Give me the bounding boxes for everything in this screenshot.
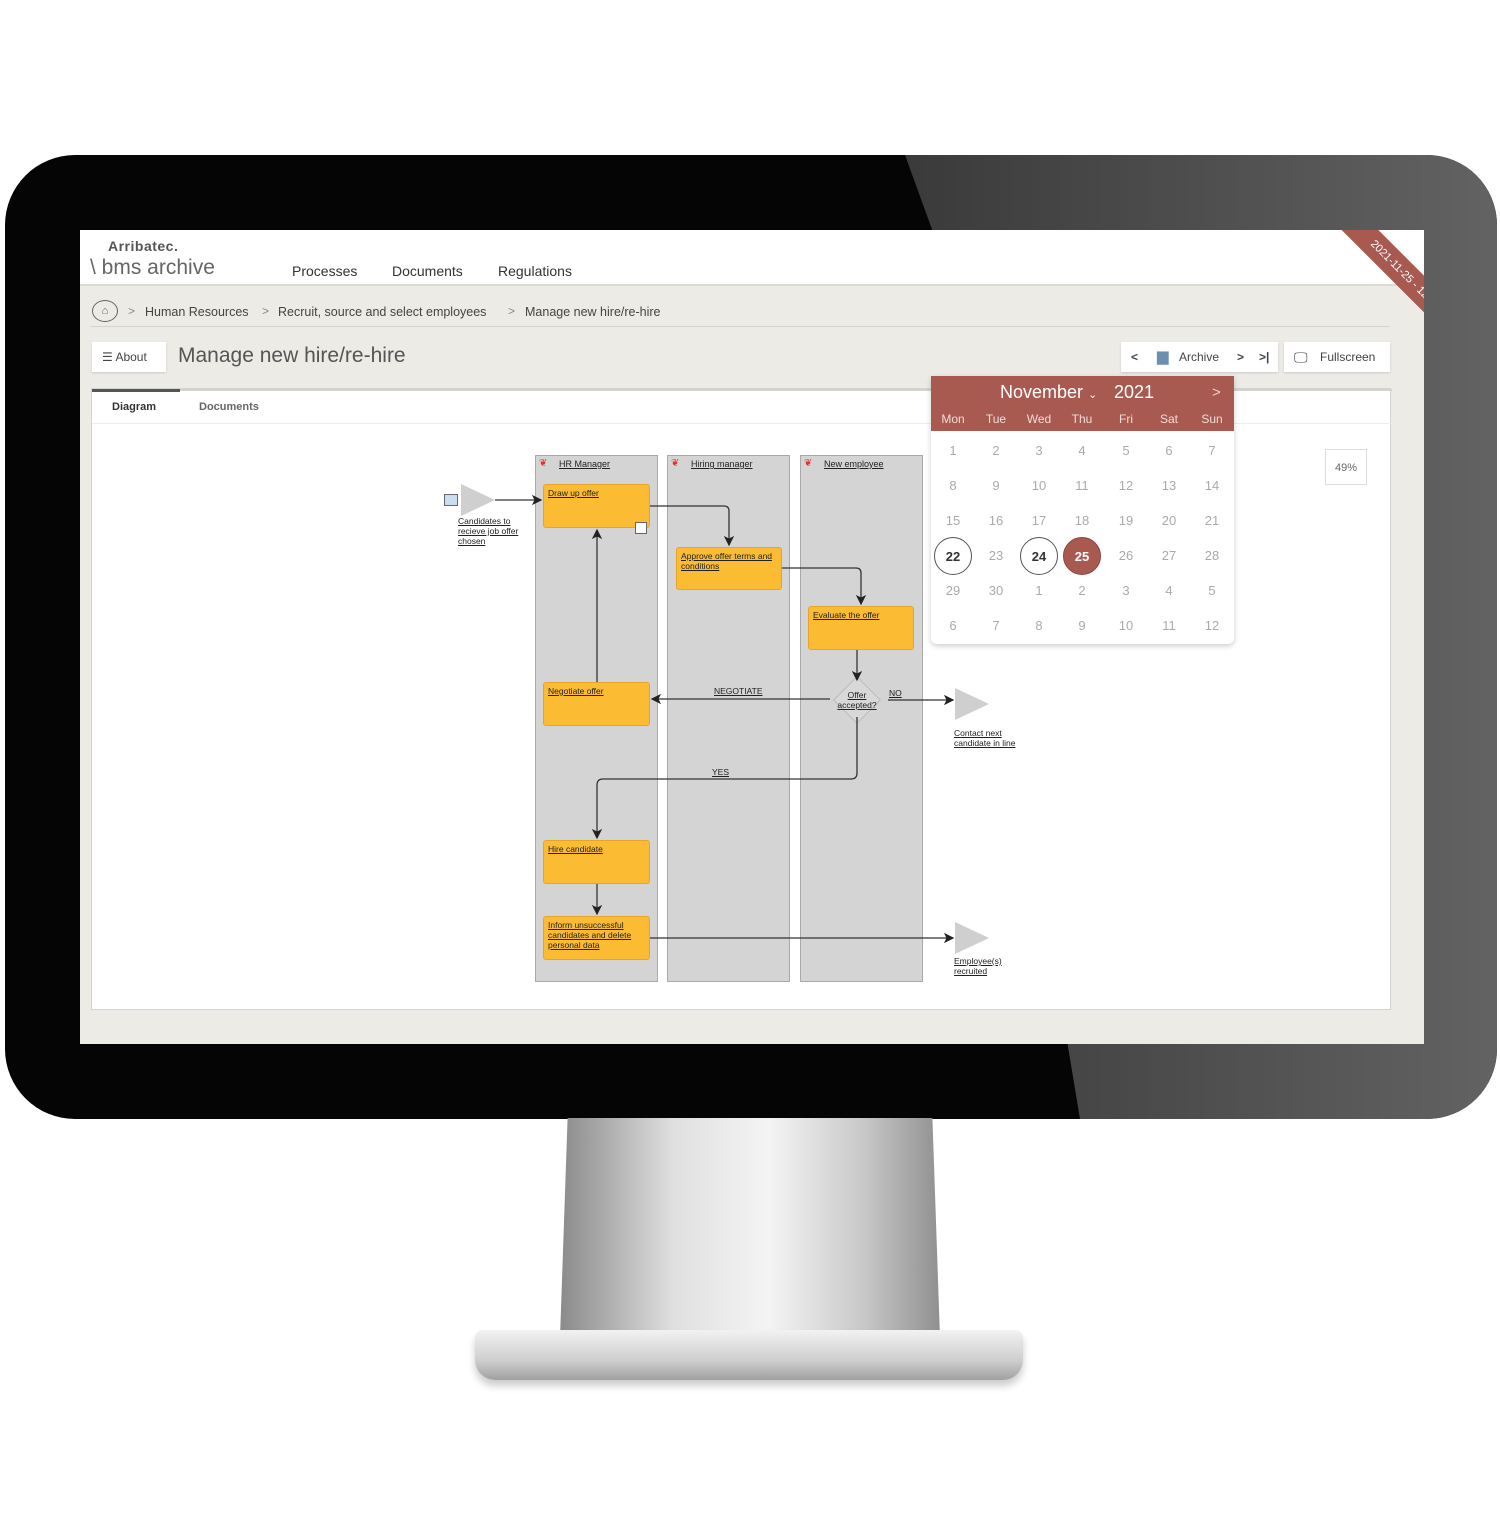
next-month-button[interactable]: >: [1212, 384, 1221, 401]
calendar-day[interactable]: 17: [1020, 502, 1058, 540]
calendar-day[interactable]: 12: [1107, 467, 1145, 505]
calendar-day[interactable]: 3: [1107, 572, 1145, 610]
calendar-day[interactable]: 11: [1150, 607, 1188, 645]
calendar-day[interactable]: 25: [1063, 537, 1101, 575]
year-label[interactable]: 2021: [1114, 382, 1154, 403]
calendar-day[interactable]: 9: [1063, 607, 1101, 645]
calendar-day[interactable]: 14: [1193, 467, 1231, 505]
calendar-day[interactable]: 30: [977, 572, 1015, 610]
calendar-day[interactable]: 1: [1020, 572, 1058, 610]
calendar-day[interactable]: 12: [1193, 607, 1231, 645]
weekday-label: Mon: [941, 412, 965, 426]
weekday-label: Tue: [985, 412, 1007, 426]
flow-label-yes: YES: [712, 767, 730, 777]
archive-date-picker: November ⌄ 2021 > Mon Tue Wed Thu Fri Sat Sun …: [931, 376, 1234, 644]
calendar-day[interactable]: 4: [1150, 572, 1188, 610]
calendar-day[interactable]: 4: [1063, 432, 1101, 470]
calendar-day[interactable]: 7: [977, 607, 1015, 645]
end-event-triangle[interactable]: [955, 922, 989, 954]
document-icon: [444, 494, 458, 506]
calendar-day[interactable]: 24: [1020, 537, 1058, 575]
calendar-day[interactable]: 5: [1193, 572, 1231, 610]
end-event-label[interactable]: Employee(s) recruited: [954, 956, 1014, 976]
calendar-day[interactable]: 15: [934, 502, 972, 540]
calendar-day[interactable]: 9: [977, 467, 1015, 505]
weekday-label: Wed: [1026, 412, 1052, 426]
calendar-day[interactable]: 21: [1193, 502, 1231, 540]
start-event-label[interactable]: Candidates to recieve job offer chosen: [458, 516, 528, 546]
start-event-triangle[interactable]: [461, 484, 495, 516]
calendar-day[interactable]: 20: [1150, 502, 1188, 540]
end-event-triangle[interactable]: [955, 688, 989, 720]
weekday-label: Sun: [1201, 412, 1223, 426]
weekday-label: Sat: [1159, 412, 1178, 426]
calendar-day[interactable]: 22: [934, 537, 972, 575]
calendar-day[interactable]: 10: [1107, 607, 1145, 645]
flow-arrow: [782, 567, 867, 606]
calendar-day[interactable]: 16: [977, 502, 1015, 540]
flow-label-no: NO: [889, 688, 902, 698]
end-event-label[interactable]: Contact next candidate in line: [954, 728, 1024, 748]
weekday-label: Fri: [1119, 412, 1133, 426]
calendar-day[interactable]: 8: [1020, 607, 1058, 645]
calendar-day[interactable]: 18: [1063, 502, 1101, 540]
calendar-day[interactable]: 7: [1193, 432, 1231, 470]
calendar-day[interactable]: 2: [1063, 572, 1101, 610]
calendar-day[interactable]: 13: [1150, 467, 1188, 505]
flow-arrow: [591, 717, 858, 840]
calendar-day[interactable]: 27: [1150, 537, 1188, 575]
flow-arrow: [650, 505, 735, 547]
calendar-day[interactable]: 6: [934, 607, 972, 645]
calendar-day[interactable]: 8: [934, 467, 972, 505]
calendar-day[interactable]: 5: [1107, 432, 1145, 470]
calendar-day[interactable]: 19: [1107, 502, 1145, 540]
calendar-header: November ⌄ 2021 > Mon Tue Wed Thu Fri Sat Sun: [931, 376, 1234, 431]
weekday-label: Thu: [1071, 412, 1093, 426]
calendar-day[interactable]: 6: [1150, 432, 1188, 470]
calendar-day[interactable]: 28: [1193, 537, 1231, 575]
calendar-day[interactable]: 11: [1063, 467, 1101, 505]
calendar-day[interactable]: 29: [934, 572, 972, 610]
calendar-day[interactable]: 3: [1020, 432, 1058, 470]
month-label: November: [1000, 382, 1084, 402]
month-select[interactable]: November ⌄: [1000, 382, 1097, 403]
calendar-day[interactable]: 1: [934, 432, 972, 470]
calendar-day[interactable]: 2: [977, 432, 1015, 470]
chevron-down-icon: ⌄: [1088, 389, 1098, 401]
calendar-day[interactable]: 26: [1107, 537, 1145, 575]
calendar-day[interactable]: 10: [1020, 467, 1058, 505]
flow-label-negotiate: NEGOTIATE: [714, 686, 763, 696]
calendar-day[interactable]: 23: [977, 537, 1015, 575]
flow-connectors: [495, 494, 955, 944]
